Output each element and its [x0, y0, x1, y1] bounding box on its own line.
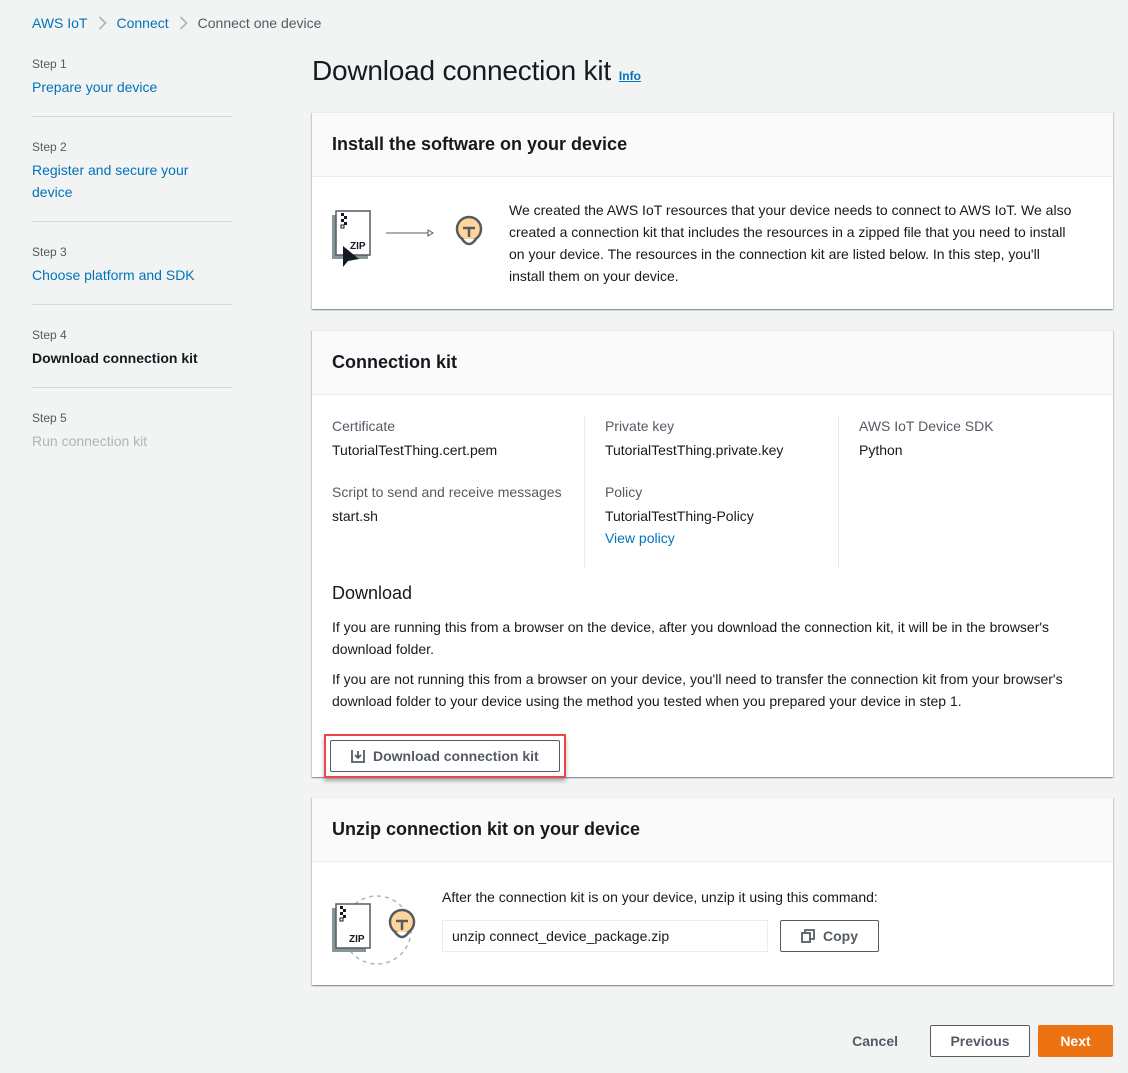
- unzip-command-field[interactable]: [442, 920, 768, 952]
- step-number: Step 3: [32, 245, 67, 259]
- connection-kit-panel: Connection kit Certificate TutorialTestT…: [312, 330, 1113, 778]
- breadcrumb: AWS IoT Connect Connect one device: [32, 15, 321, 31]
- wizard-step-3: Step 3 Choose platform and SDK: [32, 238, 232, 305]
- wizard-step-5: Step 5 Run connection kit: [32, 404, 232, 470]
- download-paragraph-2: If you are not running this from a brows…: [332, 671, 1063, 709]
- policy-value: TutorialTestThing-Policy: [604, 508, 754, 524]
- certificate-value: TutorialTestThing.cert.pem: [332, 442, 498, 458]
- unzip-instruction: After the connection kit is on your devi…: [442, 889, 878, 905]
- button-label: Copy: [823, 928, 858, 944]
- previous-button[interactable]: Previous: [930, 1025, 1030, 1057]
- sdk-value: Python: [859, 442, 903, 458]
- info-link[interactable]: Info: [619, 69, 641, 83]
- unzip-panel: Unzip connection kit on your device ZIP: [312, 797, 1113, 985]
- kit-column-1: Certificate TutorialTestThing.cert.pem S…: [332, 415, 585, 569]
- step-current-download-kit: Download connection kit: [32, 350, 198, 366]
- next-button[interactable]: Next: [1038, 1025, 1113, 1057]
- step-number: Step 1: [32, 57, 67, 71]
- script-value: start.sh: [332, 508, 378, 524]
- step-disabled-run-kit: Run connection kit: [32, 433, 148, 449]
- certificate-label: Certificate: [332, 418, 396, 434]
- highlight-box: Download connection kit: [324, 734, 566, 778]
- policy-label: Policy: [604, 484, 643, 500]
- install-software-panel: Install the software on your device ZIP: [312, 112, 1113, 309]
- view-policy-link[interactable]: View policy: [605, 527, 822, 549]
- step-link-choose-platform[interactable]: Choose platform and SDK: [32, 264, 232, 286]
- svg-text:ZIP: ZIP: [349, 934, 365, 945]
- panel-header: Connection kit: [312, 331, 1113, 395]
- chevron-right-icon: [179, 16, 188, 30]
- panel-title: Unzip connection kit on your device: [332, 819, 641, 839]
- wizard-step-2: Step 2 Register and secure your device: [32, 133, 232, 222]
- install-illustration: ZIP: [332, 209, 502, 281]
- zip-to-lightbulb-icon: ZIP: [332, 895, 416, 965]
- step-number: Step 2: [32, 140, 67, 154]
- panel-header: Unzip connection kit on your device: [312, 798, 1113, 862]
- download-heading: Download: [332, 583, 413, 603]
- download-icon: [351, 749, 365, 763]
- kit-column-2: Private key TutorialTestThing.private.ke…: [585, 415, 839, 569]
- panel-title: Connection kit: [332, 352, 457, 372]
- step-number: Step 4: [32, 328, 67, 342]
- copy-icon: [801, 929, 815, 943]
- page-title: Download connection kit: [312, 55, 611, 86]
- unzip-illustration: ZIP: [332, 882, 422, 982]
- panel-title: Install the software on your device: [332, 134, 628, 154]
- page-header: Download connection kit Info: [312, 55, 1113, 93]
- button-label: Download connection kit: [373, 748, 539, 764]
- private-key-value: TutorialTestThing.private.key: [604, 442, 784, 458]
- copy-button[interactable]: Copy: [780, 920, 879, 952]
- download-section: Download If you are running this from a …: [312, 569, 1113, 778]
- zip-file-icon: ZIP: [332, 210, 483, 267]
- step-link-register-device[interactable]: Register and secure your device: [32, 159, 232, 203]
- kit-details-grid: Certificate TutorialTestThing.cert.pem S…: [312, 395, 1113, 569]
- wizard-step-4: Step 4 Download connection kit: [32, 321, 232, 388]
- install-description: We created the AWS IoT resources that yo…: [509, 202, 1072, 284]
- breadcrumb-aws-iot[interactable]: AWS IoT: [32, 15, 88, 31]
- kit-column-3: AWS IoT Device SDK Python: [839, 415, 1093, 569]
- panel-header: Install the software on your device: [312, 113, 1113, 177]
- private-key-label: Private key: [604, 418, 675, 434]
- unzip-content: After the connection kit is on your devi…: [442, 886, 879, 982]
- sdk-label: AWS IoT Device SDK: [859, 418, 994, 434]
- svg-text:ZIP: ZIP: [350, 241, 366, 252]
- wizard-footer: Cancel Previous Next: [852, 1025, 1113, 1057]
- wizard-steps: Step 1 Prepare your device Step 2 Regist…: [32, 50, 232, 486]
- command-row: Copy: [442, 920, 879, 952]
- breadcrumb-current: Connect one device: [197, 15, 322, 31]
- download-connection-kit-button[interactable]: Download connection kit: [330, 740, 560, 772]
- lightbulb-icon: [455, 215, 483, 246]
- wizard-step-1: Step 1 Prepare your device: [32, 50, 232, 117]
- chevron-right-icon: [98, 16, 107, 30]
- step-number: Step 5: [32, 411, 67, 425]
- step-link-prepare-device[interactable]: Prepare your device: [32, 76, 232, 98]
- script-label: Script to send and receive messages: [332, 484, 562, 500]
- main-content: Download connection kit Info Install the…: [312, 55, 1113, 985]
- download-paragraph-1: If you are running this from a browser o…: [332, 619, 1050, 657]
- breadcrumb-connect[interactable]: Connect: [117, 15, 169, 31]
- cancel-button[interactable]: Cancel: [852, 1033, 898, 1049]
